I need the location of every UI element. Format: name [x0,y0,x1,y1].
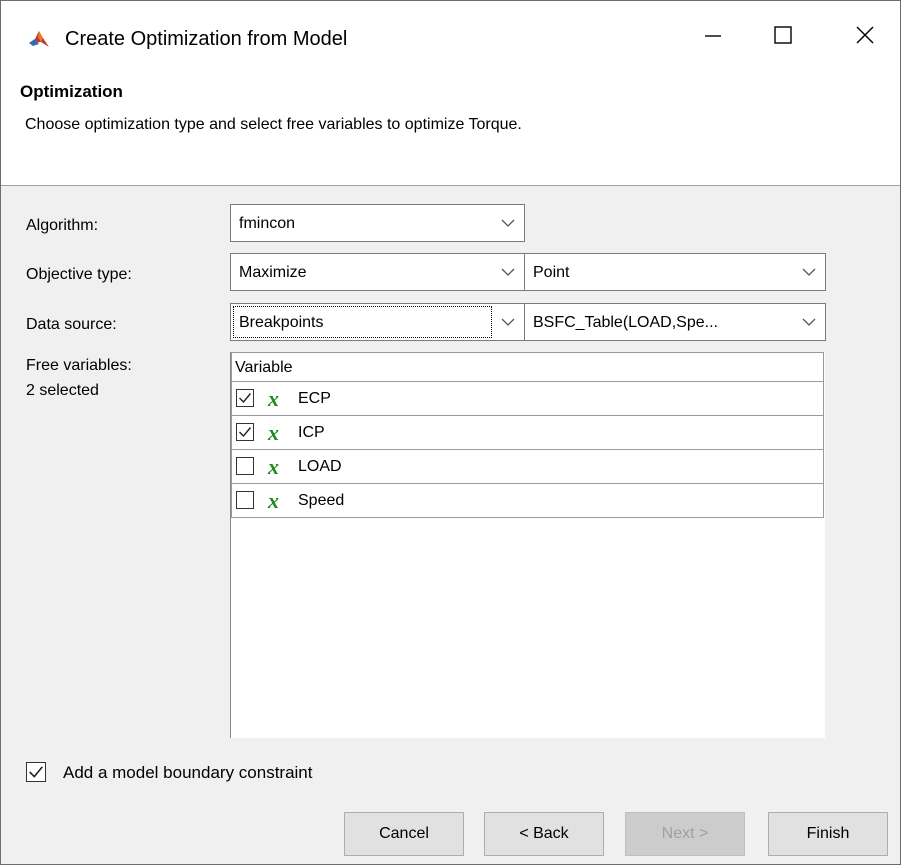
algorithm-value: fmincon [239,215,296,232]
minimize-button[interactable] [678,1,748,69]
matlab-icon [27,27,51,51]
checkmark-icon [239,427,252,438]
window-title: Create Optimization from Model [65,28,348,50]
objective-type-label: Objective type: [26,266,132,283]
page-title: Optimization [20,82,123,101]
next-button[interactable]: Next > [625,812,745,856]
free-variables-label: Free variables: [26,357,132,374]
boundary-constraint-label: Add a model boundary constraint [63,763,313,782]
wizard-header: Optimization Choose optimization type an… [1,69,900,186]
variable-x-icon: x [268,420,279,445]
variable-x-icon: x [268,454,279,479]
page-description: Choose optimization type and select free… [25,116,522,133]
boundary-constraint-checkbox[interactable] [26,762,46,782]
variable-name: ICP [298,424,325,441]
table-row-icp[interactable]: x ICP [231,416,824,450]
ecp-checkbox[interactable] [236,389,254,407]
maximize-button[interactable] [748,1,818,69]
maximize-icon [774,26,792,44]
chevron-down-icon [492,205,524,241]
algorithm-select[interactable]: fmincon [230,204,525,242]
close-icon [856,26,874,44]
checkmark-icon [29,766,43,778]
table-row-ecp[interactable]: x ECP [231,382,824,416]
chevron-down-icon [793,304,825,340]
close-button[interactable] [830,1,900,69]
objective-type-select[interactable]: Maximize [230,253,525,291]
variable-x-icon: x [268,488,279,513]
variables-table[interactable]: Variable x ECP x ICP x LOAD x Speed [230,352,825,738]
load-checkbox[interactable] [236,457,254,475]
dialog-window: Create Optimization from Model Optimizat… [0,0,901,865]
objective-point-value: Point [533,264,570,281]
data-source-select[interactable]: Breakpoints [230,303,525,341]
column-header-variable: Variable [235,359,293,376]
variable-name: LOAD [298,458,342,475]
table-row-load[interactable]: x LOAD [231,450,824,484]
variable-x-icon: x [268,386,279,411]
minimize-icon [705,35,721,37]
chevron-down-icon [793,254,825,290]
data-source-table-value: BSFC_Table(LOAD,Spe... [533,314,718,331]
table-header[interactable]: Variable [231,352,824,382]
checkmark-icon [239,393,252,404]
objective-type-value: Maximize [239,264,307,281]
cancel-button[interactable]: Cancel [344,812,464,856]
algorithm-label: Algorithm: [26,217,99,234]
chevron-down-icon [492,254,524,290]
free-variables-count: 2 selected [26,382,99,399]
table-row-speed[interactable]: x Speed [231,484,824,518]
back-button[interactable]: < Back [484,812,604,856]
data-source-value: Breakpoints [239,314,324,331]
variable-name: Speed [298,492,345,509]
icp-checkbox[interactable] [236,423,254,441]
speed-checkbox[interactable] [236,491,254,509]
variable-name: ECP [298,390,331,407]
data-source-table-select[interactable]: BSFC_Table(LOAD,Spe... [524,303,826,341]
data-source-label: Data source: [26,316,117,333]
chevron-down-icon [492,304,524,340]
objective-point-select[interactable]: Point [524,253,826,291]
finish-button[interactable]: Finish [768,812,888,856]
title-bar: Create Optimization from Model [1,1,900,69]
